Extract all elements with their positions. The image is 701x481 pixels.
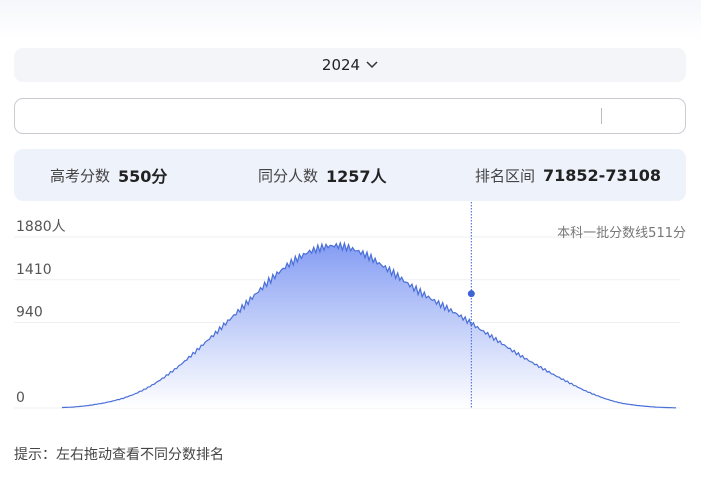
score-slider[interactable] bbox=[14, 98, 686, 134]
rank-range-stat: 排名区间 71852-73108 bbox=[475, 149, 661, 201]
same-score-count-stat: 同分人数 1257人 bbox=[258, 149, 387, 201]
score-label: 高考分数 bbox=[50, 166, 111, 185]
score-distribution-chart[interactable]: 1880人 1410 940 0 本科一批分数线511分 bbox=[0, 200, 701, 420]
y-tick-label: 1410 bbox=[16, 262, 52, 278]
y-tick-label: 940 bbox=[16, 305, 43, 321]
count-value: 1257人 bbox=[326, 167, 387, 186]
score-marker-dot bbox=[467, 290, 475, 298]
chevron-down-icon bbox=[366, 61, 378, 69]
year-value: 2024 bbox=[321, 56, 361, 74]
chart-svg[interactable]: 1880人 1410 940 0 本科一批分数线511分 bbox=[0, 200, 701, 420]
distribution-area bbox=[62, 242, 676, 408]
year-selector[interactable]: 2024 bbox=[14, 48, 686, 82]
cutoff-annotation: 本科一批分数线511分 bbox=[557, 226, 686, 241]
top-background bbox=[0, 0, 701, 40]
y-tick-label: 1880人 bbox=[16, 219, 66, 235]
rank-label: 排名区间 bbox=[475, 166, 536, 185]
stats-bar: 高考分数 550分 同分人数 1257人 排名区间 71852-73108 bbox=[14, 149, 686, 201]
y-tick-label: 0 bbox=[16, 390, 25, 406]
slider-handle[interactable] bbox=[601, 108, 602, 124]
score-value: 550分 bbox=[118, 167, 168, 186]
count-label: 同分人数 bbox=[258, 166, 319, 185]
rank-value: 71852-73108 bbox=[543, 165, 661, 185]
score-stat: 高考分数 550分 bbox=[50, 149, 167, 201]
drag-hint: 提示：左右拖动查看不同分数排名 bbox=[14, 447, 224, 463]
